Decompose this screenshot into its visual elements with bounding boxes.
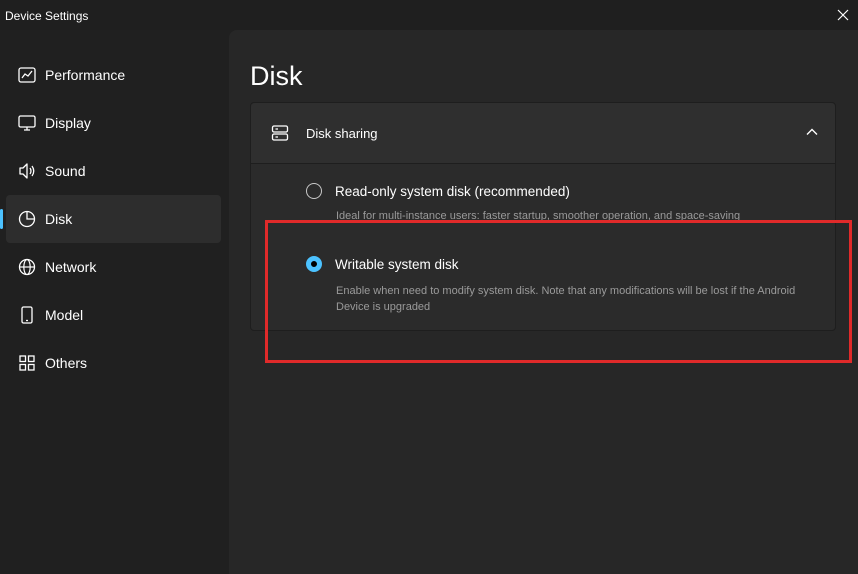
disk-sharing-card: Disk sharing Read-only system disk (reco… bbox=[250, 102, 836, 331]
sidebar-item-others[interactable]: Others bbox=[6, 339, 221, 387]
sidebar-item-label: Network bbox=[45, 259, 97, 275]
sidebar-item-label: Display bbox=[45, 115, 91, 131]
card-title: Disk sharing bbox=[306, 126, 378, 141]
sidebar-item-label: Performance bbox=[45, 67, 126, 83]
option-description: Enable when need to modify system disk. … bbox=[336, 285, 796, 313]
sidebar-item-disk[interactable]: Disk bbox=[0, 195, 221, 243]
grid-icon bbox=[19, 355, 35, 371]
phone-icon bbox=[21, 306, 33, 324]
radio-writable[interactable] bbox=[306, 256, 322, 272]
performance-chart-icon bbox=[18, 67, 36, 83]
sidebar-item-sound[interactable]: Sound bbox=[6, 147, 221, 195]
disk-pie-icon bbox=[18, 210, 36, 228]
speaker-icon bbox=[19, 163, 35, 179]
globe-icon bbox=[18, 258, 36, 276]
disk-sharing-header[interactable]: Disk sharing bbox=[251, 103, 835, 164]
option-label[interactable]: Writable system disk bbox=[335, 257, 459, 272]
active-indicator bbox=[0, 209, 3, 229]
sidebar-item-display[interactable]: Display bbox=[6, 99, 221, 147]
chevron-up-icon[interactable] bbox=[805, 125, 819, 139]
sidebar-item-label: Disk bbox=[45, 211, 73, 227]
option-label[interactable]: Read-only system disk (recommended) bbox=[335, 184, 570, 199]
title-bar: Device Settings bbox=[0, 0, 858, 30]
monitor-icon bbox=[18, 115, 36, 131]
sidebar-item-model[interactable]: Model bbox=[6, 291, 221, 339]
main-panel: Disk Disk sharing Read-only system disk … bbox=[229, 30, 858, 574]
sidebar-item-network[interactable]: Network bbox=[6, 243, 221, 291]
radio-read-only[interactable] bbox=[306, 183, 322, 199]
sidebar-item-label: Model bbox=[45, 307, 84, 323]
close-icon bbox=[837, 9, 849, 21]
sidebar: Performance Display Sound Disk Network M… bbox=[0, 30, 229, 574]
page-title: Disk bbox=[250, 61, 303, 91]
sidebar-item-label: Others bbox=[45, 355, 88, 371]
server-icon bbox=[271, 125, 289, 141]
sidebar-item-performance[interactable]: Performance bbox=[6, 51, 221, 99]
close-button[interactable] bbox=[828, 0, 858, 30]
option-description: Ideal for multi-instance users: faster s… bbox=[336, 210, 741, 220]
window-title: Device Settings bbox=[5, 9, 89, 23]
sidebar-item-label: Sound bbox=[45, 163, 86, 179]
